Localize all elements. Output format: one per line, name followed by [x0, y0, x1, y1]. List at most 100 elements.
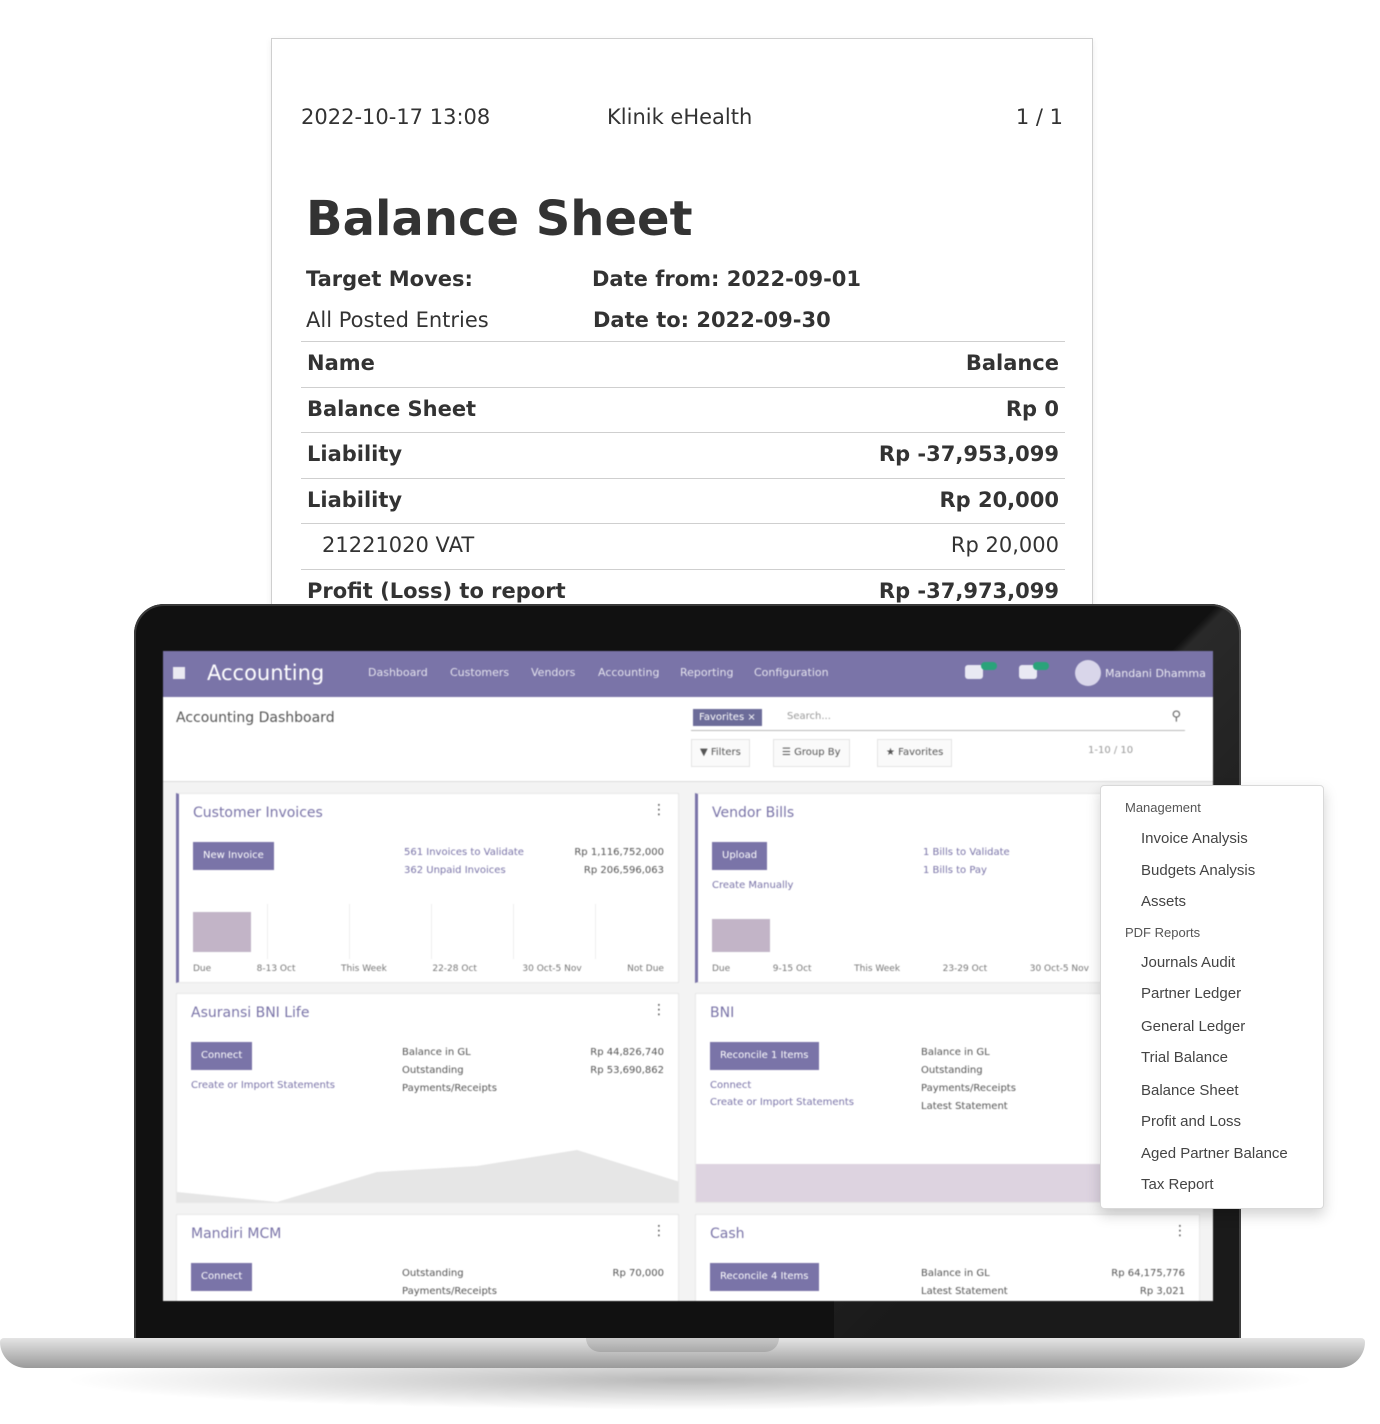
- apps-menu-icon[interactable]: [173, 667, 185, 679]
- menu-item-balance-sheet[interactable]: Balance Sheet: [1141, 1082, 1239, 1099]
- tick-label: 22-28 Oct: [432, 964, 477, 974]
- statement-amount: Rp 3,021: [1139, 1286, 1185, 1297]
- menu-item-partner-ledger[interactable]: Partner Ledger: [1141, 985, 1241, 1002]
- invoices-to-validate-link[interactable]: 561 Invoices to Validate: [404, 844, 524, 862]
- group-by-button[interactable]: ☰ Group By: [773, 739, 850, 767]
- nav-vendors[interactable]: Vendors: [531, 666, 575, 679]
- table-row: Liability Rp 20,000: [301, 478, 1065, 523]
- tick-label: 30 Oct-5 Nov: [522, 964, 582, 974]
- balance-amount: Rp 44,826,740: [590, 1047, 664, 1058]
- kebab-menu-icon[interactable]: ⋮: [1173, 1223, 1187, 1239]
- balance-in-gl-label: Balance in GL: [921, 1268, 990, 1279]
- chart-x-axis: Due 8-13 Oct This Week 22-28 Oct 30 Oct-…: [193, 964, 664, 974]
- laptop-notch: [586, 1338, 779, 1352]
- nav-customers[interactable]: Customers: [450, 666, 509, 679]
- nav-configuration[interactable]: Configuration: [754, 666, 829, 679]
- area-series: [177, 1150, 678, 1202]
- app-name[interactable]: Accounting: [207, 661, 324, 685]
- row-balance: Rp 20,000: [939, 488, 1059, 512]
- column-name: Name: [307, 351, 375, 375]
- filters-button[interactable]: ▼ Filters: [691, 739, 750, 767]
- bills-to-validate-link[interactable]: 1 Bills to Validate: [923, 844, 1010, 862]
- outstanding-label: Outstanding: [921, 1065, 983, 1076]
- grid-line: [267, 904, 268, 959]
- card-title[interactable]: Vendor Bills: [712, 805, 794, 821]
- card-title[interactable]: Mandiri MCM: [191, 1226, 281, 1242]
- search-facet[interactable]: Favorites ×: [693, 709, 762, 726]
- balance-area-chart: [177, 1150, 678, 1202]
- connect-button[interactable]: Connect: [191, 1263, 253, 1291]
- user-name[interactable]: Mandani Dhamma: [1105, 667, 1206, 680]
- search-icon[interactable]: ⚲: [1171, 709, 1181, 724]
- kebab-menu-icon[interactable]: ⋮: [652, 1002, 666, 1018]
- menu-item-aged-partner-balance[interactable]: Aged Partner Balance: [1141, 1145, 1288, 1162]
- card-title[interactable]: Cash: [710, 1226, 745, 1242]
- kebab-menu-icon[interactable]: ⋮: [652, 802, 666, 818]
- grid-line: [513, 904, 514, 959]
- target-moves-label: Target Moves:: [306, 267, 473, 291]
- menu-item-assets[interactable]: Assets: [1141, 893, 1186, 910]
- card-title[interactable]: Asuransi BNI Life: [191, 1005, 309, 1021]
- tick-label: This Week: [340, 964, 387, 974]
- search-input[interactable]: Favorites × Search... ⚲: [691, 706, 1185, 731]
- report-page-number: 1 / 1: [1015, 105, 1063, 129]
- outstanding-amount: Rp 70,000: [612, 1268, 664, 1279]
- menu-item-trial-balance[interactable]: Trial Balance: [1141, 1049, 1228, 1066]
- latest-statement-label: Latest Statement: [921, 1101, 1008, 1112]
- reconcile-button[interactable]: Reconcile 1 Items: [710, 1042, 819, 1070]
- menu-item-journals-audit[interactable]: Journals Audit: [1141, 954, 1235, 971]
- bank-labels: Balance in GL Outstanding Payments/Recei…: [402, 1044, 497, 1098]
- create-manually-link[interactable]: Create Manually: [712, 880, 793, 891]
- connect-button[interactable]: Connect: [191, 1042, 253, 1070]
- avatar[interactable]: [1075, 660, 1101, 686]
- reconcile-button[interactable]: Reconcile 4 Items: [710, 1263, 819, 1291]
- new-invoice-button[interactable]: New Invoice: [193, 842, 274, 870]
- connect-link[interactable]: Connect: [710, 1080, 751, 1091]
- row-balance: Rp 20,000: [950, 533, 1059, 557]
- table-row: Balance Sheet Rp 0: [301, 387, 1065, 432]
- kebab-menu-icon[interactable]: ⋮: [652, 1223, 666, 1239]
- balance-in-gl-label: Balance in GL: [921, 1047, 990, 1058]
- create-or-import-link[interactable]: Create or Import Statements: [710, 1097, 854, 1108]
- card-title[interactable]: BNI: [710, 1005, 734, 1021]
- upload-button[interactable]: Upload: [712, 842, 768, 870]
- unpaid-invoices-link[interactable]: 362 Unpaid Invoices: [404, 862, 524, 880]
- menu-item-tax-report[interactable]: Tax Report: [1141, 1176, 1214, 1193]
- payments-receipts-label: Payments/Receipts: [921, 1083, 1016, 1094]
- amount-to-validate: Rp 1,116,752,000: [574, 847, 664, 858]
- reporting-dropdown-menu: Management Invoice Analysis Budgets Anal…: [1100, 785, 1324, 1209]
- customer-invoices-card: Customer Invoices ⋮ New Invoice 561 Invo…: [176, 793, 679, 983]
- create-or-import-link[interactable]: Create or Import Statements: [191, 1080, 335, 1091]
- nav-reporting[interactable]: Reporting: [680, 666, 733, 679]
- star-icon: ★: [886, 747, 899, 758]
- search-placeholder: Search...: [787, 711, 831, 722]
- nav-accounting[interactable]: Accounting: [598, 666, 659, 679]
- outstanding-label: Outstanding: [402, 1268, 464, 1279]
- latest-statement-label: Latest Statement: [921, 1286, 1008, 1297]
- menu-item-profit-and-loss[interactable]: Profit and Loss: [1141, 1113, 1241, 1130]
- chart-bar-due[interactable]: [712, 919, 770, 952]
- filters-label: Filters: [710, 747, 741, 758]
- menu-item-invoice-analysis[interactable]: Invoice Analysis: [1141, 830, 1248, 847]
- amount-unpaid: Rp 206,596,063: [583, 865, 664, 876]
- menu-item-general-ledger[interactable]: General Ledger: [1141, 1018, 1245, 1035]
- report-table-header: Name Balance: [301, 341, 1065, 386]
- pager[interactable]: 1-10 / 10: [1088, 745, 1133, 756]
- breadcrumb: Accounting Dashboard: [176, 710, 335, 726]
- chart-bar-due[interactable]: [193, 912, 251, 952]
- control-panel: Accounting Dashboard Favorites × Search.…: [163, 697, 1213, 782]
- balance-sheet-report: 2022-10-17 13:08 Klinik eHealth 1 / 1 Ba…: [271, 38, 1093, 608]
- bills-to-pay-link[interactable]: 1 Bills to Pay: [923, 862, 1010, 880]
- nav-dashboard[interactable]: Dashboard: [368, 666, 428, 679]
- favorites-button[interactable]: ★ Favorites: [877, 739, 953, 767]
- menu-item-budgets-analysis[interactable]: Budgets Analysis: [1141, 862, 1255, 879]
- card-title[interactable]: Customer Invoices: [193, 805, 323, 821]
- row-name: Liability: [307, 442, 403, 466]
- invoice-links: 561 Invoices to Validate 362 Unpaid Invo…: [404, 844, 524, 880]
- top-navbar: Accounting Dashboard Customers Vendors A…: [163, 651, 1213, 697]
- tick-label: 8-13 Oct: [256, 964, 296, 974]
- laptop-base: [0, 1338, 1365, 1368]
- outstanding-label: Outstanding: [402, 1065, 464, 1076]
- row-name: Profit (Loss) to report: [307, 579, 566, 603]
- tick-label: 9-15 Oct: [772, 964, 812, 974]
